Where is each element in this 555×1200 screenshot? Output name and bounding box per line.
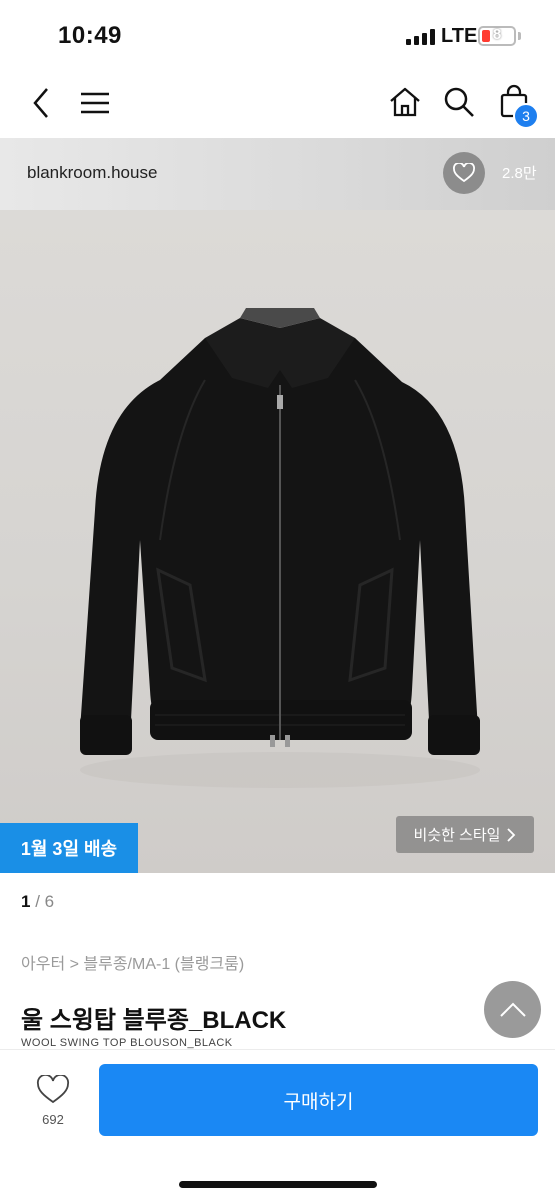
home-icon (390, 87, 420, 117)
page-total: / 6 (35, 892, 55, 911)
heart-icon (453, 163, 475, 183)
buy-button[interactable]: 구매하기 (99, 1064, 538, 1136)
product-title: 울 스윙탑 블루종_BLACK (21, 1007, 287, 1034)
chevron-up-icon (499, 1002, 526, 1017)
home-indicator (179, 1181, 377, 1188)
store-like-button[interactable] (443, 152, 485, 194)
wish-button[interactable]: 692 (30, 1073, 76, 1127)
jacket-image (80, 308, 480, 788)
battery-icon: 8 (478, 26, 516, 46)
page-current: 1 (21, 892, 31, 911)
search-button[interactable] (441, 84, 477, 120)
store-like-count: 2.8만 (502, 165, 537, 182)
chevron-right-icon (507, 827, 516, 842)
wish-count: 692 (42, 1112, 64, 1127)
status-bar: 10:49 LTE 8 (0, 0, 555, 72)
menu-button[interactable] (78, 86, 112, 120)
category-breadcrumb[interactable]: 아우터 > 블루종/MA-1 (블랭크룸) (21, 950, 244, 974)
network-label: LTE (441, 25, 478, 47)
signal-icon (406, 29, 436, 45)
battery-cap (518, 32, 521, 40)
battery-level: 8 (492, 26, 502, 43)
product-image[interactable] (0, 210, 555, 873)
hamburger-icon (81, 92, 109, 114)
back-button[interactable] (24, 86, 58, 120)
store-name[interactable]: blankroom.house (27, 163, 157, 183)
search-icon (444, 87, 474, 117)
image-page-counter: 1 / 6 (21, 892, 54, 912)
similar-style-label: 비슷한 스타일 (413, 827, 501, 844)
chevron-left-icon (33, 88, 48, 118)
nav-bar (0, 72, 555, 138)
delivery-date-badge: 1월 3일 배송 (0, 823, 138, 873)
cart-count-badge: 3 (513, 103, 539, 129)
heart-outline-icon (36, 1073, 70, 1104)
home-button[interactable] (387, 84, 423, 120)
status-time: 10:49 (58, 22, 122, 49)
similar-style-button[interactable]: 비슷한 스타일 (396, 816, 534, 853)
scroll-to-top-button[interactable] (484, 981, 541, 1038)
product-subtitle: WOOL SWING TOP BLOUSON_BLACK (21, 1037, 233, 1049)
